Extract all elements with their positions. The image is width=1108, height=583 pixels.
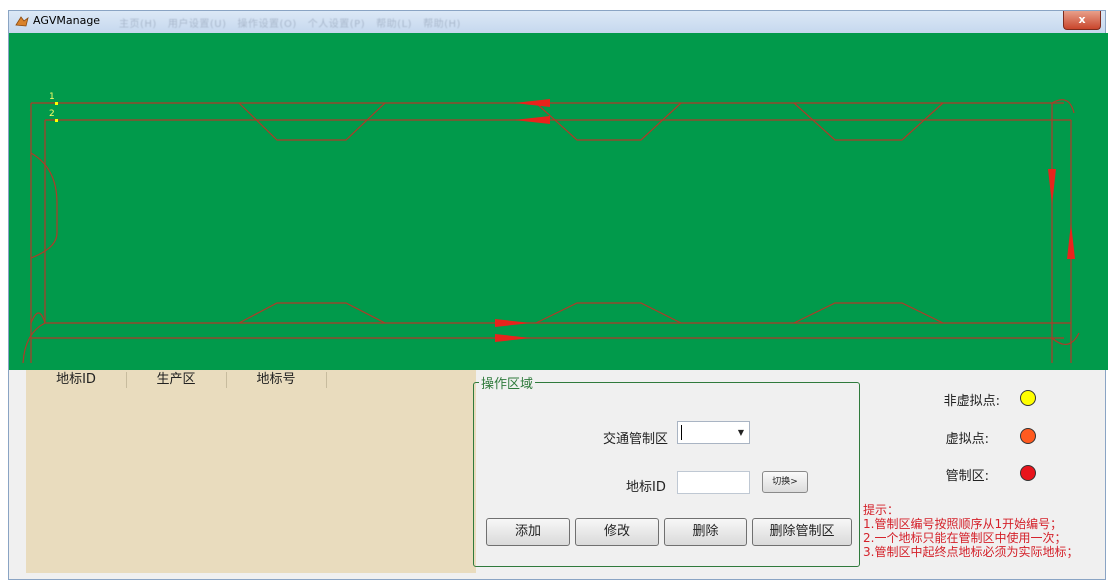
track-bypass	[535, 102, 682, 141]
tips-title: 提示：	[863, 503, 900, 517]
menu-item[interactable]: 帮助(L)	[376, 19, 412, 30]
track-corner	[30, 312, 46, 324]
menu-item[interactable]: 个人设置(P)	[308, 19, 365, 30]
track-right-curve	[1051, 99, 1075, 114]
point-label: 2	[49, 109, 55, 119]
arrow-down-icon	[1048, 169, 1056, 205]
track-layout: 1 2	[22, 92, 1080, 364]
arrow-right-icon	[495, 334, 531, 342]
edit-button[interactable]: 修改	[575, 518, 659, 546]
column-divider[interactable]	[326, 372, 327, 388]
landmark-id-input[interactable]	[677, 471, 750, 494]
menu-bar[interactable]: 主页(H) 用户设置(U) 操作设置(O) 个人设置(P) 帮助(L) 帮助(H…	[119, 15, 461, 30]
traffic-zone-label: 交通管制区	[603, 432, 669, 447]
legend-virtual-point-label: 虚拟点:	[945, 432, 989, 447]
track-lines	[22, 99, 1080, 364]
operation-group-title: 操作区域	[479, 373, 536, 392]
point-marker[interactable]	[55, 102, 58, 105]
close-button[interactable]: x	[1063, 11, 1101, 30]
track-bypass	[535, 302, 682, 324]
menu-item[interactable]: 主页(H)	[119, 19, 157, 30]
title-bar: AGVManage 主页(H) 用户设置(U) 操作设置(O) 个人设置(P) …	[9, 11, 1105, 33]
legend-real-point-label: 非虚拟点:	[943, 394, 1000, 409]
app-icon	[15, 16, 29, 27]
direction-arrows	[495, 99, 1075, 342]
delete-zone-button[interactable]: 删除管制区	[752, 518, 852, 546]
add-button[interactable]: 添加	[486, 518, 570, 546]
track-right-curve	[1051, 332, 1080, 345]
arrow-left-icon	[514, 99, 550, 107]
track-bypass	[238, 302, 386, 324]
menu-item[interactable]: 操作设置(O)	[238, 19, 297, 30]
legend-virtual-point-dot	[1020, 428, 1036, 444]
track-bypass	[238, 102, 386, 141]
legend-control-zone-label: 管制区:	[945, 469, 989, 484]
tip-line: 2.一个地标只能在管制区中使用一次；	[863, 531, 1067, 545]
arrow-right-icon	[495, 319, 531, 327]
track-bypass	[793, 102, 944, 141]
track-bypass	[793, 302, 944, 324]
tips-panel: 提示： 1.管制区编号按照顺序从1开始编号； 2.一个地标只能在管制区中使用一次…	[863, 503, 1078, 559]
map-canvas[interactable]: 1 2	[9, 33, 1108, 370]
landmark-points[interactable]: 1 2	[49, 92, 58, 122]
legend-real-point-dot	[1020, 390, 1036, 406]
tip-line: 3.管制区中起终点地标必须为实际地标；	[863, 545, 1079, 559]
traffic-zone-select[interactable]: ▼	[677, 421, 750, 444]
desktop-top-strip	[0, 0, 1108, 10]
point-label: 1	[49, 92, 55, 102]
arrow-left-icon	[514, 116, 550, 124]
delete-button[interactable]: 删除	[664, 518, 747, 546]
menu-item[interactable]: 帮助(H)	[423, 19, 461, 30]
landmark-id-label: 地标ID	[626, 480, 666, 495]
track-corner	[22, 322, 46, 364]
arrow-up-icon	[1067, 223, 1075, 259]
menu-item[interactable]: 用户设置(U)	[168, 19, 227, 30]
grid-header: 地标ID 生产区 地标号	[26, 370, 476, 390]
chevron-down-icon[interactable]: ▼	[738, 428, 744, 437]
point-marker[interactable]	[55, 119, 58, 122]
column-header[interactable]: 地标号	[226, 370, 326, 390]
landmark-grid[interactable]: 地标ID 生产区 地标号	[26, 370, 476, 573]
track-left-bulge	[30, 152, 58, 259]
switch-button[interactable]: 切换>	[762, 471, 808, 493]
column-header[interactable]: 地标ID	[26, 370, 126, 390]
legend-control-zone-dot	[1020, 465, 1036, 481]
column-header[interactable]: 生产区	[126, 370, 226, 390]
tip-line: 1.管制区编号按照顺序从1开始编号；	[863, 517, 1063, 531]
text-caret	[681, 425, 682, 440]
window-title: AGVManage	[33, 14, 101, 27]
